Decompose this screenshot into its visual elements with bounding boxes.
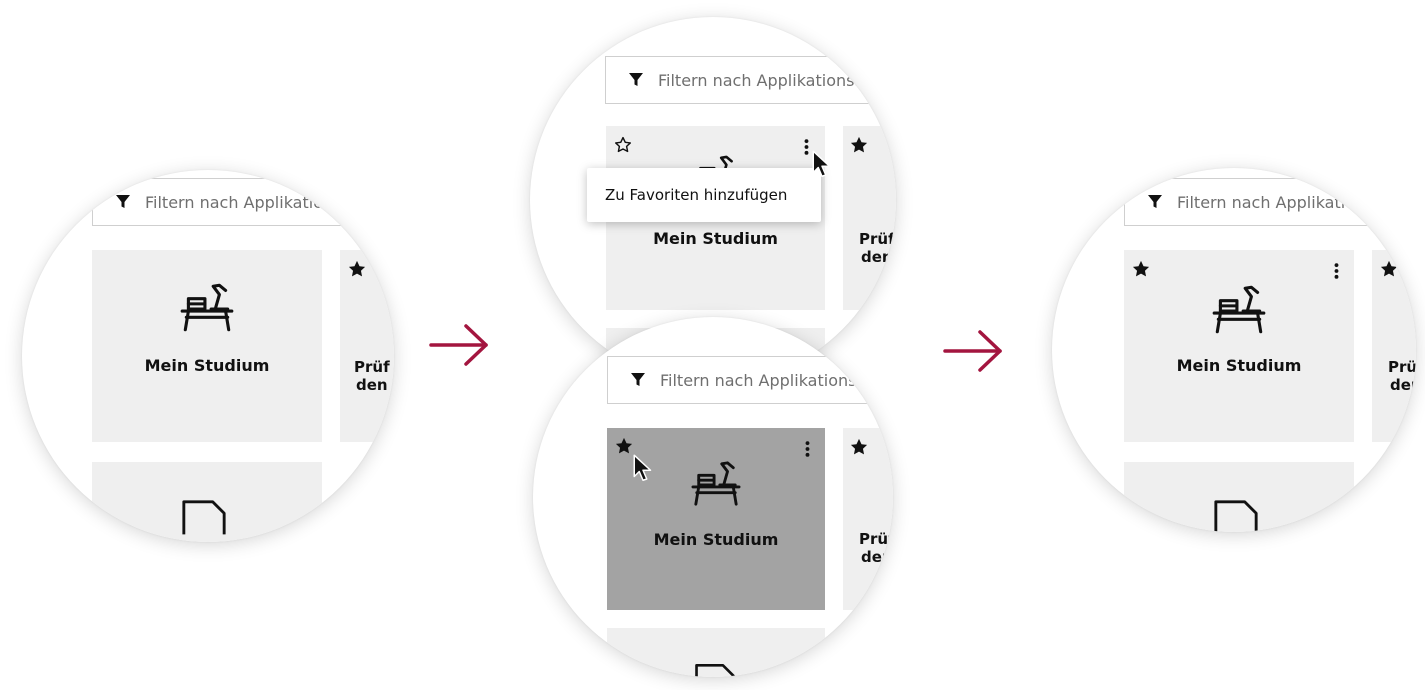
tile-label-clipped: Prüfden bbox=[859, 530, 893, 566]
filter-placeholder: Filtern nach Applikationsname bbox=[658, 70, 896, 90]
tile-label: Mein Studium bbox=[144, 356, 270, 375]
app-tile-document[interactable] bbox=[92, 462, 322, 542]
document-icon bbox=[1214, 500, 1258, 532]
filter-input[interactable]: Filtern nach Applikationsname bbox=[607, 356, 893, 404]
filter-placeholder: Filtern nach Applikationsname bbox=[1177, 192, 1416, 212]
zoom-step-result: Filtern nach Applikationsname Mein Studi… bbox=[1052, 168, 1416, 532]
filter-input[interactable]: Filtern nach Applikationsname bbox=[92, 178, 392, 226]
zoom-step-initial: Filtern nach Applikationsname Mein Studi… bbox=[22, 170, 394, 542]
filter-icon bbox=[631, 373, 645, 386]
app-tile-document[interactable] bbox=[1124, 462, 1354, 532]
tile-label-clipped: Prüfden bbox=[354, 358, 390, 394]
document-icon bbox=[182, 500, 226, 535]
filter-input[interactable]: Filtern nach Applikationsname bbox=[1124, 178, 1416, 226]
kebab-menu-icon[interactable] bbox=[804, 138, 809, 156]
tile-label: Mein Studium bbox=[653, 229, 778, 248]
context-menu-add-favorite[interactable]: Zu Favoriten hinzufügen bbox=[587, 168, 821, 222]
zoom-step-favorited: Filtern nach Applikationsname Mein Studi… bbox=[533, 317, 893, 677]
star-filled-icon[interactable] bbox=[1132, 260, 1150, 278]
star-filled-icon[interactable] bbox=[615, 437, 633, 455]
app-tile-document[interactable] bbox=[607, 628, 825, 677]
document-icon bbox=[695, 663, 735, 677]
app-tile-pruefung[interactable]: Prüfden bbox=[1372, 250, 1416, 442]
desk-study-icon bbox=[1212, 285, 1266, 334]
filter-icon bbox=[1148, 195, 1162, 208]
filter-placeholder: Filtern nach Applikationsname bbox=[145, 192, 387, 212]
app-tile-mein-studium[interactable]: Mein Studium bbox=[92, 250, 322, 442]
filter-placeholder: Filtern nach Applikationsname bbox=[660, 370, 893, 390]
star-filled-icon[interactable] bbox=[348, 260, 366, 278]
mouse-cursor-icon bbox=[633, 454, 652, 481]
filter-icon bbox=[629, 73, 643, 86]
filter-input[interactable]: Filtern nach Applikationsname bbox=[605, 56, 896, 104]
desk-study-icon bbox=[691, 461, 741, 506]
arrow-right-icon bbox=[943, 330, 1002, 372]
star-filled-icon[interactable] bbox=[850, 136, 868, 154]
filter-icon bbox=[116, 195, 130, 208]
star-filled-icon[interactable] bbox=[1380, 260, 1398, 278]
kebab-menu-icon[interactable] bbox=[805, 440, 810, 458]
app-tile-pruefung[interactable]: Prüfden bbox=[843, 428, 893, 610]
star-outline-icon[interactable] bbox=[614, 136, 632, 154]
app-tile-pruefung[interactable]: Prüfden bbox=[340, 250, 394, 442]
tile-label-clipped: Prüfden bbox=[1388, 358, 1416, 394]
desk-study-icon bbox=[180, 283, 234, 332]
tile-label-clipped: Prüfden bbox=[859, 230, 895, 266]
app-tile-mein-studium[interactable]: Mein Studium bbox=[1124, 250, 1354, 442]
mouse-cursor-icon bbox=[812, 150, 831, 177]
kebab-menu-icon[interactable] bbox=[1334, 262, 1339, 280]
star-filled-icon[interactable] bbox=[850, 438, 868, 456]
arrow-right-icon bbox=[429, 324, 488, 366]
app-tile-pruefung[interactable]: Prüfden bbox=[843, 126, 896, 310]
tile-label: Mein Studium bbox=[1176, 356, 1302, 375]
app-tile-mein-studium[interactable]: Mein Studium bbox=[607, 428, 825, 610]
tile-label: Mein Studium bbox=[653, 530, 779, 549]
menu-item-label: Zu Favoriten hinzufügen bbox=[605, 186, 788, 204]
